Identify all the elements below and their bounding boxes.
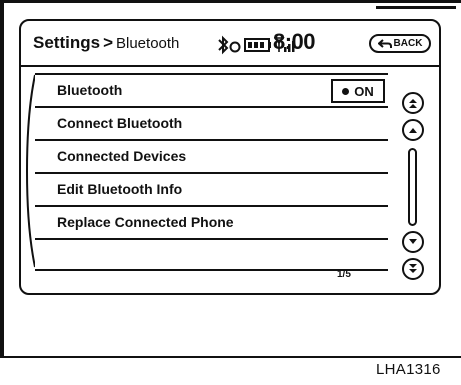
list-item-bluetooth[interactable]: Bluetooth ON bbox=[35, 73, 388, 106]
list-item-label: Bluetooth bbox=[57, 82, 123, 98]
list-item-label: Connect Bluetooth bbox=[57, 115, 183, 131]
chevron-down-icon bbox=[409, 239, 417, 244]
breadcrumb-separator: > bbox=[103, 33, 113, 52]
list-item-connect-bluetooth[interactable]: Connect Bluetooth bbox=[35, 106, 388, 139]
page-subtitle: Bluetooth bbox=[116, 35, 180, 52]
back-button[interactable]: BACK bbox=[369, 34, 431, 53]
figure-frame-left bbox=[0, 0, 4, 358]
page-title: Settings bbox=[33, 33, 101, 52]
clock: 8:00 bbox=[273, 29, 316, 54]
list-item-label: Connected Devices bbox=[57, 148, 187, 164]
list-item-label: Replace Connected Phone bbox=[57, 214, 234, 230]
list-edge bbox=[25, 74, 35, 268]
figure-id: LHA1316 bbox=[376, 361, 441, 378]
breadcrumb: Settings > Bluetooth bbox=[33, 33, 179, 53]
scroll-down-button[interactable] bbox=[402, 231, 424, 253]
figure-frame-bottom bbox=[0, 356, 461, 358]
battery-icon bbox=[244, 38, 271, 52]
toggle-indicator-icon bbox=[342, 87, 350, 95]
bluetooth-toggle[interactable]: ON bbox=[331, 79, 385, 103]
scrollbar[interactable] bbox=[408, 148, 417, 226]
list-item-edit-bluetooth-info[interactable]: Edit Bluetooth Info bbox=[35, 172, 388, 205]
back-arrow-icon bbox=[377, 38, 392, 48]
double-chevron-up-icon bbox=[409, 99, 417, 108]
list-item-empty bbox=[35, 238, 388, 271]
double-chevron-down-icon bbox=[409, 264, 417, 273]
toggle-label: ON bbox=[354, 83, 374, 99]
page-indicator: 1/5 bbox=[337, 269, 351, 280]
page-down-button[interactable] bbox=[402, 258, 424, 280]
display-screen: Settings > Bluetooth 8:00 BACK Bluetooth… bbox=[19, 19, 441, 295]
list-item-label: Edit Bluetooth Info bbox=[57, 181, 183, 197]
list-item-replace-connected-phone[interactable]: Replace Connected Phone bbox=[35, 205, 388, 238]
page-up-button[interactable] bbox=[402, 92, 424, 114]
scroll-up-button[interactable] bbox=[402, 119, 424, 141]
chevron-up-icon bbox=[409, 128, 417, 133]
bluetooth-icon bbox=[218, 35, 241, 55]
figure-frame-top bbox=[0, 0, 461, 3]
list-item-connected-devices[interactable]: Connected Devices bbox=[35, 139, 388, 172]
header-bar: Settings > Bluetooth 8:00 BACK bbox=[21, 21, 439, 67]
figure-frame-right bbox=[376, 6, 456, 9]
back-label: BACK bbox=[393, 38, 423, 49]
